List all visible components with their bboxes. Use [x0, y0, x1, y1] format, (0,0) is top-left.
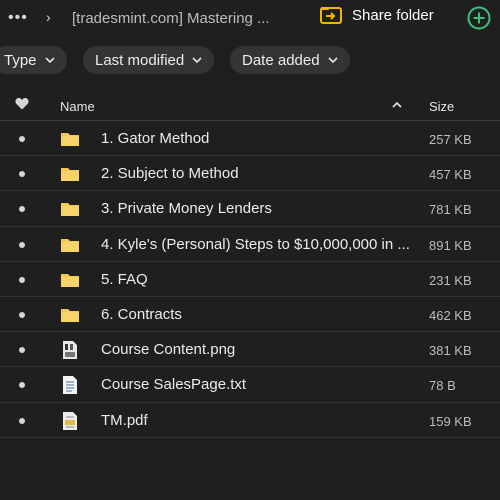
- file-size: 231 KB: [429, 272, 472, 288]
- chevron-down-icon: [44, 56, 55, 63]
- chip-label: Type: [4, 51, 37, 69]
- text-file-icon: [63, 376, 77, 395]
- type-filter-chip[interactable]: Type: [0, 46, 67, 74]
- bullet-icon: [19, 276, 25, 283]
- file-name: Course Content.png: [101, 341, 236, 359]
- image-file-icon: [63, 341, 77, 360]
- file-name: 3. Private Money Lenders: [101, 200, 272, 218]
- bullet-icon: [19, 311, 25, 318]
- folder-icon: [61, 308, 79, 322]
- folder-icon: [61, 273, 79, 287]
- last-modified-filter-chip[interactable]: Last modified: [83, 46, 215, 74]
- file-size: 891 KB: [429, 237, 472, 253]
- file-size: 462 KB: [429, 307, 472, 323]
- bullet-icon: [19, 206, 25, 213]
- pdf-file-icon: [63, 411, 77, 430]
- file-name: 1. Gator Method: [101, 130, 210, 147]
- file-name: 6. Contracts: [101, 305, 182, 323]
- bullet-icon: [19, 382, 25, 389]
- chevron-right-icon[interactable]: ›: [46, 9, 51, 25]
- table-row[interactable]: 4. Kyle's (Personal) Steps to $10,000,00…: [0, 227, 500, 262]
- name-column-header[interactable]: Name: [60, 99, 95, 114]
- size-column-header[interactable]: Size: [429, 99, 454, 114]
- table-row[interactable]: 3. Private Money Lenders 781 KB: [0, 191, 500, 227]
- file-name: TM.pdf: [101, 411, 148, 429]
- bullet-icon: [19, 171, 25, 178]
- folder-icon: [61, 238, 79, 252]
- date-added-filter-chip[interactable]: Date added: [230, 46, 350, 74]
- chip-label: Date added: [242, 51, 320, 69]
- plus-circle-icon[interactable]: [467, 6, 491, 30]
- table-row[interactable]: 6. Contracts 462 KB: [0, 297, 500, 333]
- file-size: 159 KB: [429, 413, 472, 429]
- file-name: 4. Kyle's (Personal) Steps to $10,000,00…: [101, 235, 410, 253]
- share-folder-label: Share folder: [352, 6, 434, 24]
- folder-icon: [61, 203, 79, 217]
- file-size: 78 B: [429, 378, 456, 394]
- file-name: Course SalesPage.txt: [101, 376, 247, 394]
- ellipsis-icon[interactable]: •••: [8, 9, 28, 27]
- table-row[interactable]: 1. Gator Method 257 KB: [0, 121, 500, 157]
- table-row[interactable]: TM.pdf 159 KB: [0, 403, 500, 438]
- share-folder-button[interactable]: Share folder: [320, 6, 434, 24]
- share-folder-icon: [320, 7, 342, 24]
- table-row[interactable]: Course SalesPage.txt 78 B: [0, 367, 500, 403]
- file-size: 381 KB: [429, 343, 472, 359]
- table-row[interactable]: 5. FAQ 231 KB: [0, 262, 500, 297]
- file-size: 781 KB: [429, 202, 472, 218]
- file-name: 2. Subject to Method: [101, 165, 239, 183]
- chevron-up-icon[interactable]: [392, 101, 402, 108]
- bullet-icon: [19, 136, 25, 142]
- file-name: 5. FAQ: [101, 270, 148, 288]
- file-list: 1. Gator Method 257 KB 2. Subject to Met…: [0, 121, 500, 438]
- table-header: Name Size: [0, 89, 500, 121]
- heart-icon[interactable]: [15, 97, 29, 110]
- chevron-down-icon: [192, 56, 202, 63]
- table-row[interactable]: 2. Subject to Method 457 KB: [0, 156, 500, 192]
- file-size: 457 KB: [429, 167, 472, 183]
- breadcrumb[interactable]: [tradesmint.com] Mastering ...: [72, 10, 270, 27]
- bullet-icon: [19, 347, 25, 354]
- chip-label: Last modified: [95, 51, 185, 69]
- top-bar: ••• › [tradesmint.com] Mastering ... Sha…: [0, 0, 500, 38]
- chevron-down-icon: [328, 56, 338, 63]
- file-size: 257 KB: [429, 132, 472, 147]
- folder-icon: [61, 133, 79, 146]
- bullet-icon: [19, 417, 25, 424]
- filter-bar: Type Last modified Date added: [0, 46, 500, 74]
- table-row[interactable]: Course Content.png 381 KB: [0, 332, 500, 368]
- bullet-icon: [19, 241, 25, 248]
- folder-icon: [61, 168, 79, 182]
